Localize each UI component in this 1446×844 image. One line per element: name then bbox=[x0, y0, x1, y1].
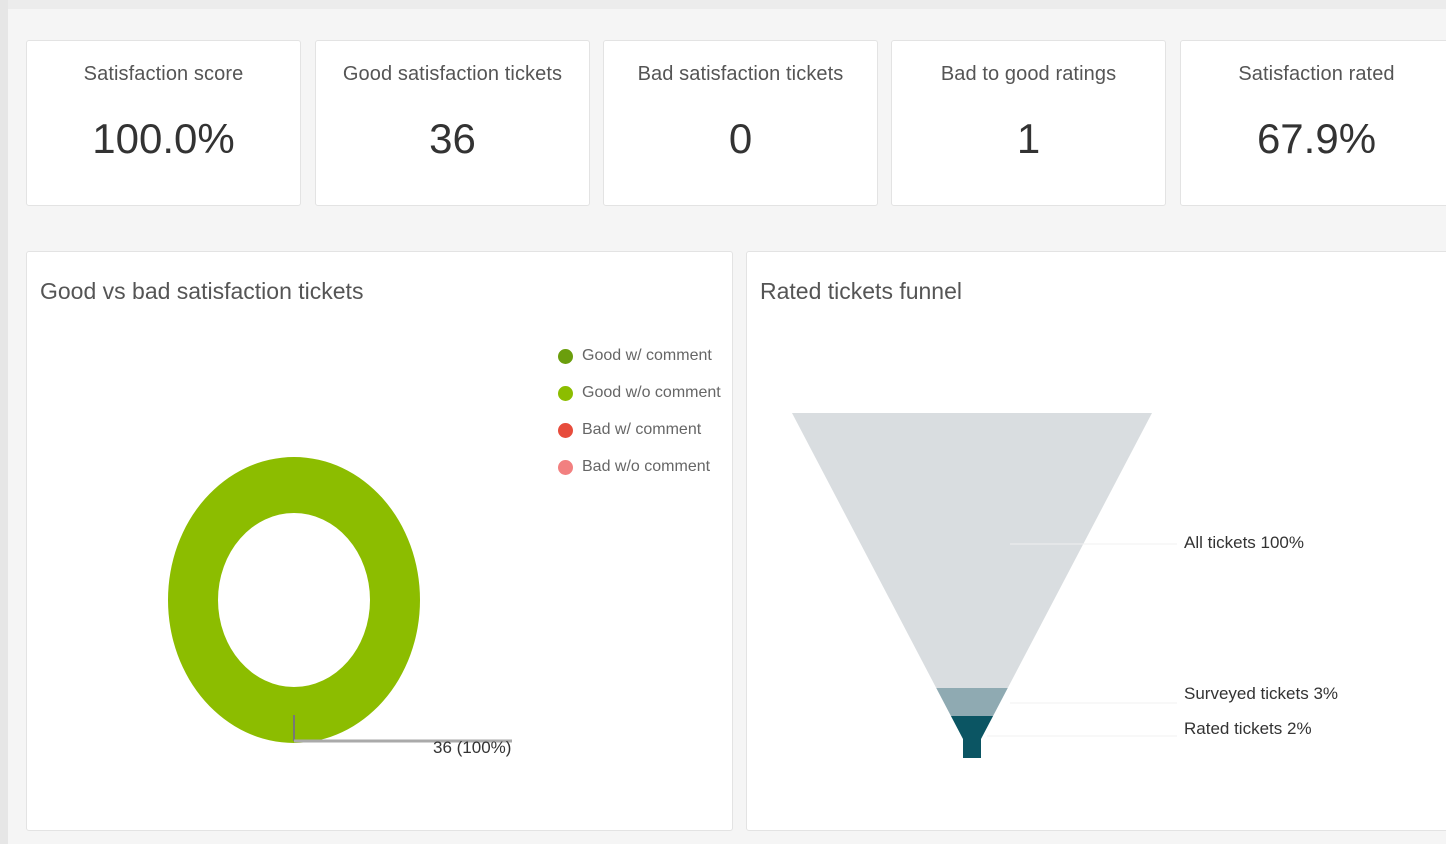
kpi-title: Satisfaction rated bbox=[1238, 63, 1395, 85]
kpi-card-satisfaction-score[interactable]: Satisfaction score 100.0% bbox=[26, 40, 301, 206]
funnel-label-all-tickets: All tickets 100% bbox=[1184, 533, 1304, 552]
funnel-segment-rated-tickets[interactable] bbox=[950, 716, 994, 758]
donut-slice-good-w-o-comment[interactable] bbox=[168, 457, 420, 743]
window-left-edge bbox=[0, 0, 8, 844]
kpi-card-good-satisfaction-tickets[interactable]: Good satisfaction tickets 36 bbox=[315, 40, 590, 206]
kpi-title: Good satisfaction tickets bbox=[342, 63, 563, 85]
good-vs-bad-panel: Good vs bad satisfaction tickets Good w/… bbox=[26, 251, 733, 831]
kpi-value: 0 bbox=[728, 115, 753, 162]
kpi-title: Bad to good ratings bbox=[940, 63, 1117, 85]
window-top-edge bbox=[0, 0, 1446, 9]
kpi-card-satisfaction-rated[interactable]: Satisfaction rated 67.9% bbox=[1180, 40, 1446, 206]
donut-chart: 36 (100%) bbox=[168, 457, 512, 757]
funnel-segment-all-tickets[interactable] bbox=[792, 413, 1152, 688]
funnel-segment-surveyed-tickets[interactable] bbox=[936, 688, 1008, 716]
kpi-value: 100.0% bbox=[92, 115, 235, 162]
kpi-value: 36 bbox=[429, 115, 476, 162]
kpi-card-bad-satisfaction-tickets[interactable]: Bad satisfaction tickets 0 bbox=[603, 40, 878, 206]
slice-data-label: 36 (100%) bbox=[433, 738, 511, 757]
kpi-value: 1 bbox=[1016, 115, 1041, 162]
rated-tickets-funnel-panel: Rated tickets funnel All tickets 100% Su… bbox=[746, 251, 1446, 831]
funnel-chart bbox=[792, 413, 1177, 758]
kpi-title: Bad satisfaction tickets bbox=[637, 63, 844, 85]
kpi-title: Satisfaction score bbox=[83, 63, 244, 85]
funnel-label-surveyed-tickets: Surveyed tickets 3% bbox=[1184, 684, 1339, 703]
funnel-label-rated-tickets: Rated tickets 2% bbox=[1184, 719, 1312, 738]
kpi-card-bad-to-good-ratings[interactable]: Bad to good ratings 1 bbox=[891, 40, 1166, 206]
kpi-value: 67.9% bbox=[1256, 115, 1377, 162]
